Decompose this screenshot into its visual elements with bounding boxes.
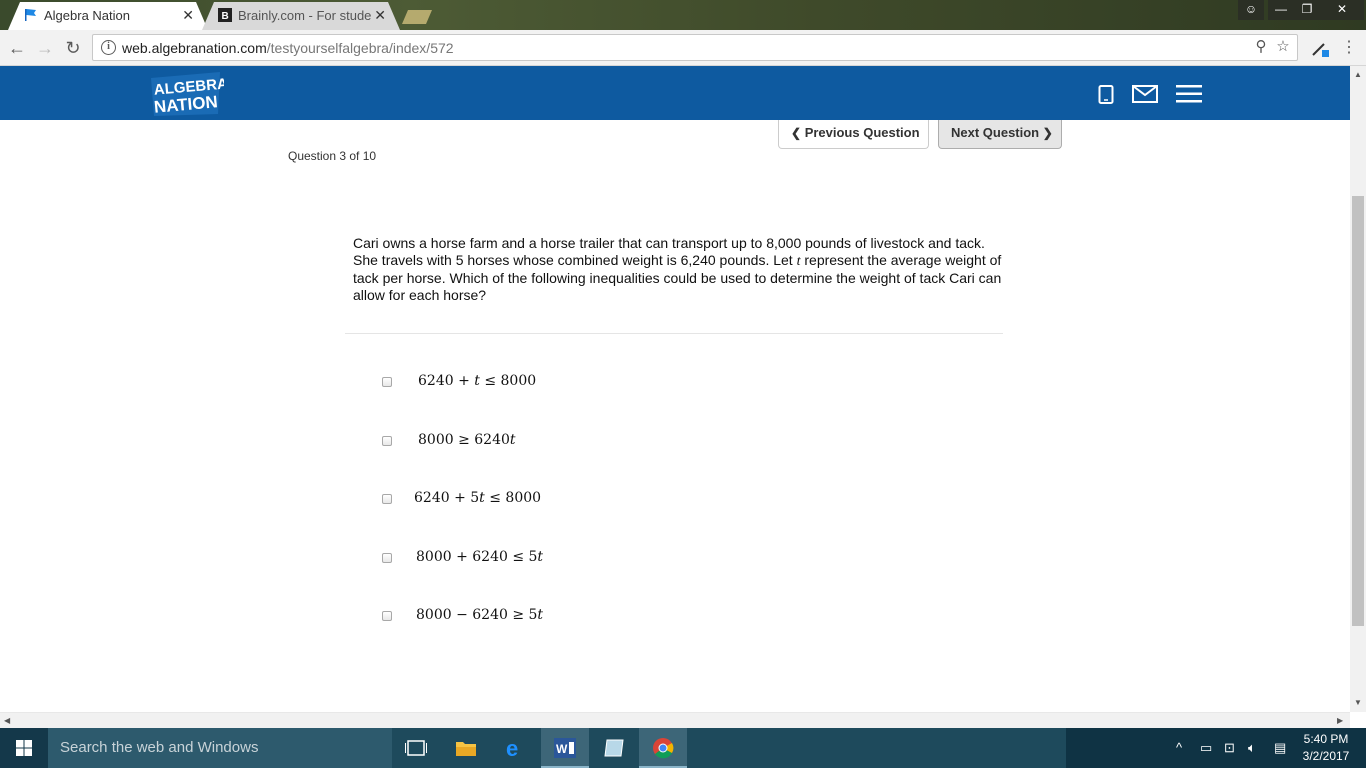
option-checkbox[interactable] (382, 553, 392, 563)
volume-icon[interactable]: 🔈︎ (1248, 740, 1256, 756)
chevron-left-icon: ❮ (791, 126, 802, 140)
extension-icon[interactable] (1310, 39, 1330, 59)
tablet-icon[interactable] (1098, 85, 1114, 104)
menu-kebab-icon[interactable]: ⋮ (1338, 37, 1360, 59)
tab-algebra-nation[interactable]: Algebra Nation ✕ (8, 2, 208, 30)
option-checkbox[interactable] (382, 436, 392, 446)
user-profile-icon[interactable]: ☺ (1238, 0, 1264, 20)
option-checkbox[interactable] (382, 494, 392, 504)
chrome-button[interactable] (639, 728, 687, 768)
question-text: Cari owns a horse farm and a horse trail… (353, 235, 1002, 303)
close-icon[interactable]: ✕ (374, 7, 386, 24)
scroll-up-icon[interactable]: ▲ (1354, 70, 1362, 79)
brainly-icon: B (218, 8, 232, 22)
reload-icon[interactable]: ↻ (62, 37, 84, 59)
option-expression: 8000 − 6240 ≥ 5𝑡 (416, 607, 544, 623)
hamburger-menu-icon[interactable] (1176, 84, 1202, 104)
clock-date: 3/2/2017 (1302, 749, 1350, 763)
answer-option[interactable]: 6240 + 5𝑡 ≤ 8000 (382, 489, 682, 511)
answer-option[interactable]: 8000 + 6240 ≤ 5𝑡 (382, 548, 682, 570)
word-button[interactable]: W (541, 728, 589, 768)
browser-tab-strip: Algebra Nation ✕ B Brainly.com - For stu… (0, 0, 1366, 30)
vertical-scrollbar[interactable]: ▲ ▼ (1350, 66, 1366, 712)
option-checkbox[interactable] (382, 377, 392, 387)
browser-toolbar: ← → ↻ i web.algebranation.com/testyourse… (0, 30, 1366, 66)
option-expression: 8000 + 6240 ≤ 5𝑡 (416, 549, 544, 565)
scroll-left-icon[interactable]: ◀ (4, 716, 10, 725)
windows-taskbar: Search the web and Windows e W ^ ▭ ⊡ 🔈︎ … (0, 728, 1366, 768)
chevron-right-icon: ❯ (1042, 126, 1053, 140)
chrome-icon (653, 738, 674, 759)
new-tab-button[interactable] (398, 2, 438, 30)
tab-brainly[interactable]: B Brainly.com - For studen ✕ (202, 2, 400, 30)
forward-arrow-icon[interactable]: → (34, 37, 56, 59)
option-checkbox[interactable] (382, 611, 392, 621)
zoom-search-icon[interactable]: ⚲ (1253, 39, 1269, 55)
divider (345, 333, 1003, 334)
scroll-down-icon[interactable]: ▼ (1354, 698, 1362, 707)
svg-text:B: B (222, 11, 229, 22)
answer-option[interactable]: 8000 − 6240 ≥ 5𝑡 (382, 606, 682, 628)
previous-label: Previous Question (804, 125, 920, 140)
question-page: ❮ Previous Question Next Question ❯ Ques… (0, 120, 1350, 712)
flag-icon (25, 9, 36, 21)
windows-logo-icon (16, 740, 32, 756)
start-button[interactable] (0, 728, 48, 768)
new-tab-shape (402, 10, 432, 24)
battery-icon[interactable]: ▭ (1200, 740, 1212, 756)
address-bar[interactable]: i web.algebranation.com/testyourselfalge… (92, 34, 1298, 61)
chevron-up-icon[interactable]: ^ (1176, 740, 1182, 755)
file-explorer-button[interactable] (442, 728, 490, 768)
option-expression: 6240 + 5𝑡 ≤ 8000 (414, 490, 542, 506)
network-icon[interactable]: ⊡ (1224, 740, 1235, 756)
horizontal-scrollbar[interactable]: ◀ ▶ (0, 712, 1350, 728)
restore-icon[interactable]: ❐ (1294, 0, 1320, 20)
answer-option[interactable]: 6240 + 𝑡 ≤ 8000 (382, 372, 682, 394)
algebra-nation-logo[interactable]: ALGEBRA NATION (148, 70, 224, 118)
option-expression: 8000 ≥ 6240𝑡 (418, 432, 516, 448)
info-icon[interactable]: i (101, 40, 116, 55)
clock-time: 5:40 PM (1303, 732, 1349, 746)
answer-option[interactable]: 8000 ≥ 6240𝑡 (382, 431, 682, 453)
scroll-right-icon[interactable]: ▶ (1337, 716, 1343, 725)
word-icon: W (554, 738, 576, 758)
folder-icon (456, 742, 476, 756)
next-label: Next Question (951, 125, 1040, 140)
mail-icon[interactable] (1132, 85, 1158, 103)
next-question-button[interactable]: Next Question ❯ (938, 120, 1062, 149)
question-counter: Question 3 of 10 (288, 149, 377, 163)
back-arrow-icon[interactable]: ← (6, 37, 28, 59)
tab-title: Brainly.com - For studen (238, 8, 372, 23)
edge-icon: e (506, 738, 518, 758)
previous-question-button[interactable]: ❮ Previous Question (778, 120, 929, 149)
close-icon[interactable]: ✕ (182, 7, 194, 24)
edge-button[interactable]: e (492, 728, 540, 768)
tab-title: Algebra Nation (44, 8, 130, 23)
action-center-icon[interactable]: ▤ (1274, 740, 1286, 756)
bookmark-star-icon[interactable]: ☆ (1275, 39, 1291, 55)
notepad-icon (604, 739, 624, 757)
clock[interactable]: 5:40 PM 3/2/2017 (1296, 731, 1356, 765)
option-expression: 6240 + 𝑡 ≤ 8000 (418, 373, 537, 389)
svg-text:W: W (556, 742, 568, 756)
task-view-button[interactable] (392, 728, 440, 768)
url-text: web.algebranation.com/testyourselfalgebr… (122, 40, 454, 56)
svg-text:e: e (506, 738, 518, 758)
scrollbar-thumb[interactable] (1352, 196, 1364, 626)
minimize-icon[interactable]: — (1268, 0, 1294, 20)
task-view-icon (405, 740, 427, 756)
site-header: ALGEBRA NATION (0, 66, 1350, 120)
taskbar-search[interactable]: Search the web and Windows (48, 728, 392, 768)
window-close-icon[interactable]: ✕ (1320, 0, 1364, 20)
notes-app-button[interactable] (590, 728, 638, 768)
